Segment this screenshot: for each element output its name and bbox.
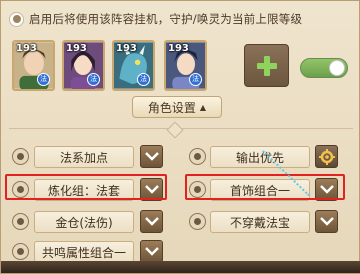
magic-weapon-select[interactable]: 不穿戴法宝 [210,211,310,233]
level-label: 193 [66,43,87,54]
highlight-box [185,174,345,200]
class-badge: 法 [37,73,50,86]
divider-ornament-icon [166,121,184,139]
level-label: 193 [168,43,189,54]
bottom-bar [1,261,360,273]
resonance-attribute-select[interactable]: 共鸣属性组合一 [34,241,134,263]
magic-weapon-dropdown[interactable] [315,210,338,233]
level-label: 193 [16,43,37,54]
add-member-button[interactable] [244,44,289,87]
class-badge: 法 [137,73,150,86]
gold-warehouse-icon [12,213,29,230]
gold-warehouse-dropdown[interactable] [140,210,163,233]
magic-weapon-icon [189,213,206,230]
priority-settings-button[interactable] [315,145,338,168]
hint-text: 启用后将使用该阵容挂机，守护/唤灵为当前上限等级 [29,12,303,26]
level-label: 193 [116,43,137,54]
info-icon [9,11,24,27]
chevron-down-icon [319,217,334,226]
chevron-down-icon [144,152,159,161]
highlight-box [5,174,167,200]
party-member-1[interactable]: 193 法 [12,40,55,91]
party-member-2[interactable]: 193 法 [62,40,105,91]
output-priority-icon [189,148,206,165]
gold-warehouse-select[interactable]: 金仓(法伤) [34,211,134,233]
resonance-icon [12,243,29,260]
class-badge: 法 [189,73,202,86]
toggle-knob [329,60,345,76]
resonance-attribute-dropdown[interactable] [140,240,163,263]
settings-panel: 启用后将使用该阵容挂机，守护/唤灵为当前上限等级 193 法 193 法 193… [0,0,360,274]
collapse-arrow-icon: ▲ [199,102,207,112]
output-priority-select[interactable]: 输出优先 [210,146,310,168]
class-badge: 法 [87,73,100,86]
hint-row: 启用后将使用该阵容挂机，守护/唤灵为当前上限等级 [9,8,302,30]
chevron-down-icon [144,247,159,256]
gear-icon [318,148,335,165]
role-settings-label: 角色设置 [147,100,196,115]
party-member-3[interactable]: 193 法 [112,40,155,91]
attribute-point-dropdown[interactable] [140,145,163,168]
party-member-4[interactable]: 193 法 [164,40,207,91]
enable-toggle[interactable] [300,58,348,78]
plus-icon [256,55,277,76]
role-settings-button[interactable]: 角色设置 ▲ [132,96,222,118]
attribute-point-select[interactable]: 法系加点 [34,146,134,168]
chevron-down-icon [144,217,159,226]
attribute-icon [12,148,29,165]
